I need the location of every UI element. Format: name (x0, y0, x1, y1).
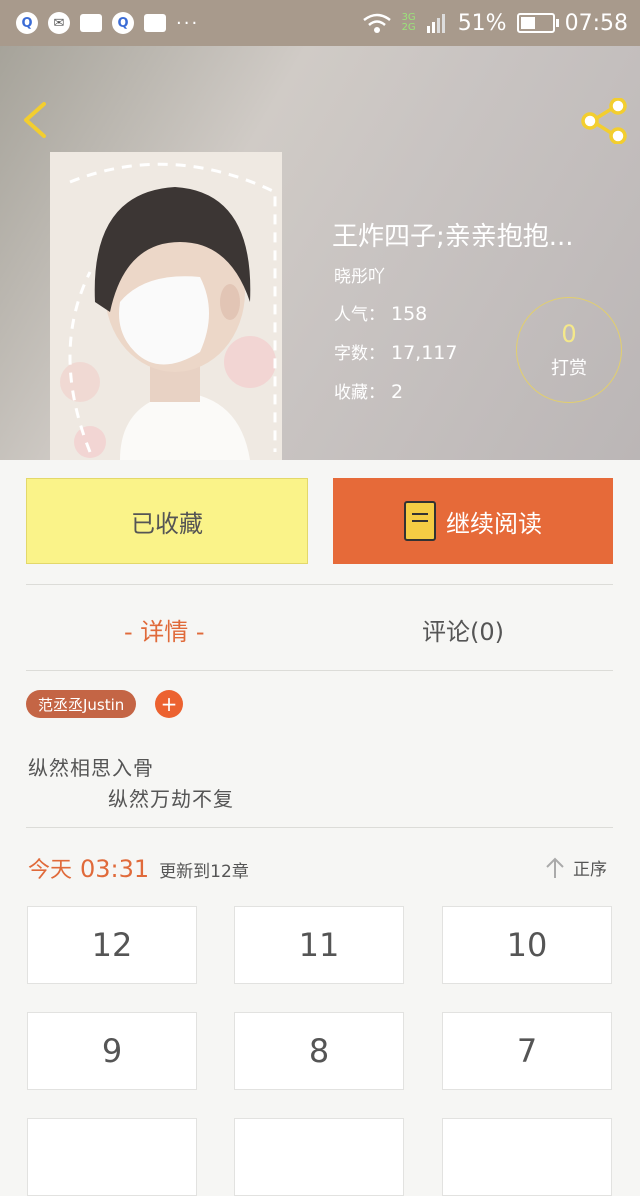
qq-browser-icon-2: Q (112, 12, 134, 34)
chapter-button[interactable]: 12 (27, 906, 197, 984)
battery-percent: 51% (457, 10, 507, 36)
back-arrow-icon[interactable] (18, 102, 54, 138)
favorited-button[interactable]: 已收藏 (26, 478, 308, 564)
book-cover-image[interactable] (50, 152, 282, 460)
sort-toggle[interactable]: 正序 (545, 855, 607, 880)
intro-line: 纵然相思入骨 (28, 756, 154, 780)
more-notifications-icon: ··· (176, 12, 200, 34)
battery-icon (516, 13, 559, 33)
book-title: 王炸四子;亲亲抱抱... (332, 222, 574, 252)
wechat-icon: ✉ (48, 12, 70, 34)
app-notification-icon (80, 14, 102, 32)
notification-icons: Q ✉ Q ··· (0, 12, 199, 34)
chapter-button[interactable]: 8 (234, 1012, 404, 1090)
chapter-button[interactable]: 7 (442, 1012, 612, 1090)
signal-icon (426, 14, 445, 33)
continue-reading-button[interactable]: 继续阅读 (333, 478, 613, 564)
share-icon[interactable] (580, 98, 628, 144)
intro-line: 纵然万劫不复 (108, 787, 234, 811)
add-tag-button[interactable]: + (155, 690, 183, 718)
divider (26, 584, 613, 585)
tip-count: 0 (561, 320, 577, 348)
chapter-button[interactable]: 10 (442, 906, 612, 984)
tip-button[interactable]: 0 打赏 (516, 297, 622, 403)
tab-comments[interactable]: 评论(0) (422, 612, 504, 647)
update-info: 今天 03:31 更新到12章 (28, 852, 249, 884)
stat-word-count: 字数： 17,117 (334, 342, 458, 364)
qq-browser-icon: Q (16, 12, 38, 34)
clock: 07:58 (564, 10, 628, 36)
wifi-icon (362, 13, 391, 33)
chapter-button-partial[interactable] (234, 1118, 404, 1196)
book-icon (404, 501, 436, 541)
stat-favorites: 收藏： 2 (334, 381, 404, 403)
status-bar: Q ✉ Q ··· 3G 2G 51% 07:58 (0, 0, 640, 46)
tip-label: 打赏 (551, 358, 587, 379)
arrow-up-icon (546, 857, 564, 878)
book-author[interactable]: 晓彤吖 (334, 262, 385, 287)
network-type: 3G 2G (401, 12, 416, 33)
app-notification-icon-2 (144, 14, 166, 32)
update-text: 更新到12章 (159, 862, 249, 882)
book-header: 王炸四子;亲亲抱抱... 晓彤吖 人气： 158 字数： 17,117 收藏： 2 0… (0, 46, 640, 460)
chapter-button-partial[interactable] (27, 1118, 197, 1196)
chapter-button-partial[interactable] (442, 1118, 612, 1196)
stat-popularity: 人气： 158 (334, 303, 428, 325)
sort-label: 正序 (573, 860, 607, 880)
update-time: 03:31 (80, 855, 150, 883)
divider (26, 827, 613, 828)
divider (26, 670, 613, 671)
tag-chip[interactable]: 范丞丞Justin (26, 690, 137, 718)
chapter-button[interactable]: 9 (27, 1012, 197, 1090)
tab-details[interactable]: - 详情 - (124, 612, 205, 647)
update-day: 今天 (28, 858, 73, 883)
chapter-button[interactable]: 11 (234, 906, 404, 984)
